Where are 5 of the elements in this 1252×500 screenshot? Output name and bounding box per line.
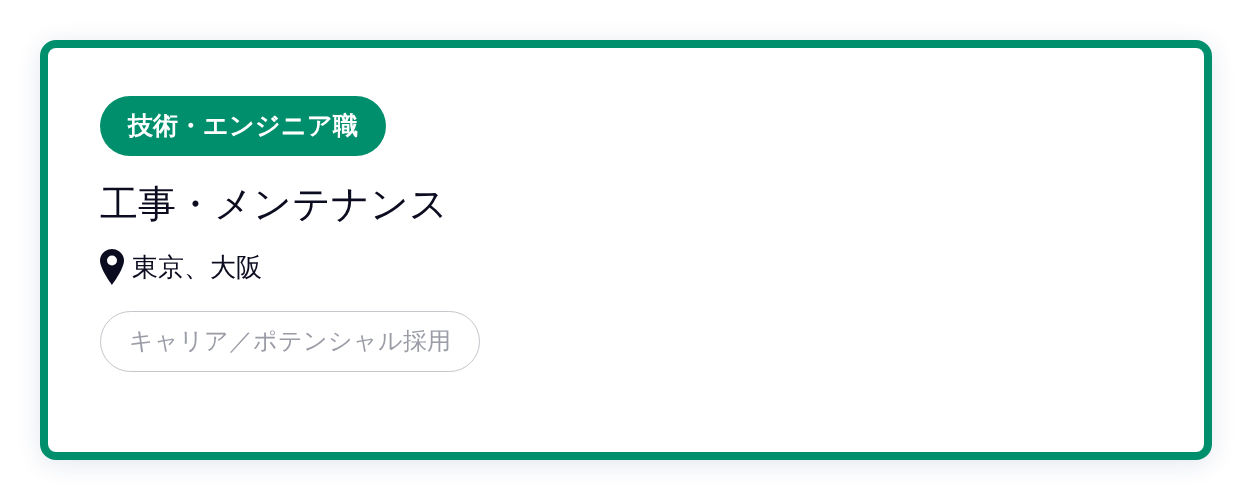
job-card[interactable]: 技術・エンジニア職 工事・メンテナンス 東京、大阪 キャリア／ポテンシャル採用 <box>40 40 1212 460</box>
job-title: 工事・メンテナンス <box>100 182 448 228</box>
category-badge: 技術・エンジニア職 <box>100 96 386 156</box>
location-pin-icon <box>100 249 124 286</box>
location-text: 東京、大阪 <box>132 250 262 284</box>
